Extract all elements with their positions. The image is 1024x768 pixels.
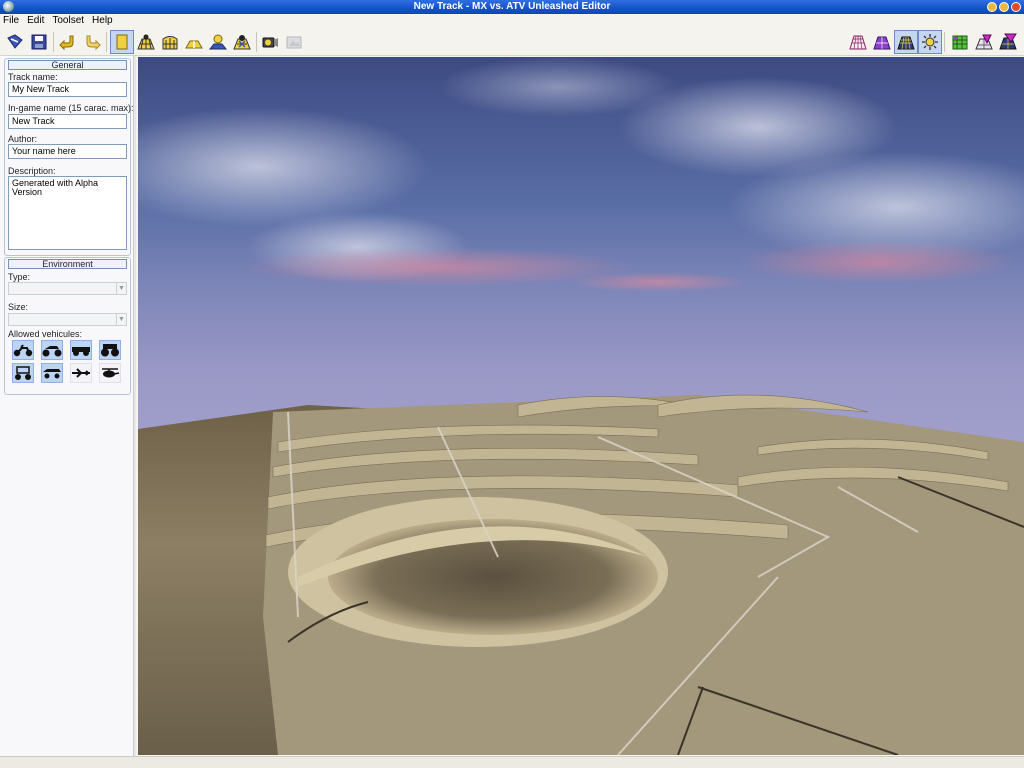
3d-viewport[interactable] [138, 57, 1024, 755]
track-name-label: Track name: [8, 72, 58, 82]
lighting-view-button[interactable] [918, 30, 942, 54]
grid-view-button[interactable] [846, 30, 870, 54]
truck-icon [72, 347, 90, 356]
redo-button[interactable] [80, 30, 104, 54]
atv-icon [42, 346, 62, 357]
environment-header: Environment [8, 259, 127, 269]
render-button[interactable] [282, 30, 306, 54]
general-header: General [8, 60, 127, 70]
golf-cart-icon [43, 369, 61, 379]
object-overlay-icon [975, 34, 993, 50]
vehicle-toggle-monster-truck[interactable] [99, 340, 121, 360]
open-button[interactable] [3, 30, 27, 54]
buggy-icon [15, 366, 31, 380]
select-tool-icon [116, 34, 128, 50]
size-label: Size: [8, 302, 29, 312]
light-tool-icon [209, 34, 227, 50]
wireframe-view-button[interactable] [870, 30, 894, 54]
grid-overlay-icon [952, 35, 968, 50]
select-tool-button[interactable] [110, 30, 134, 54]
title-bar[interactable]: New Track - MX vs. ATV Unleashed Editor [0, 0, 1024, 14]
vehicle-toggle-atv[interactable] [41, 340, 63, 360]
menu-help[interactable]: Help [92, 14, 113, 28]
menu-toolset[interactable]: Toolset [52, 14, 84, 28]
status-bar [0, 756, 1024, 768]
track-name-field[interactable]: My New Track [8, 82, 127, 97]
chevron-down-icon[interactable]: ▼ [116, 283, 126, 294]
textured-view-icon [897, 36, 915, 50]
path-tool-button[interactable] [182, 30, 206, 54]
menu-edit[interactable]: Edit [27, 14, 44, 28]
type-select[interactable]: ▼ [8, 282, 127, 295]
helicopter-icon [102, 368, 120, 378]
undo-icon [59, 35, 74, 51]
ramp-tool-icon [162, 36, 178, 50]
minimize-button[interactable] [987, 2, 997, 12]
lighting-view-icon [922, 34, 938, 50]
description-label: Description: [8, 166, 56, 176]
properties-panel: General Track name: My New Track In-game… [0, 56, 136, 756]
vehicle-toggle-helicopter[interactable] [99, 363, 121, 383]
light-tool-button[interactable] [206, 30, 230, 54]
close-button[interactable] [1011, 2, 1021, 12]
wireframe-view-icon [873, 36, 891, 50]
save-button[interactable] [27, 30, 51, 54]
window-title: New Track - MX vs. ATV Unleashed Editor [413, 1, 611, 12]
description-field[interactable]: Generated with Alpha Version [8, 176, 127, 250]
plane-icon [72, 368, 90, 378]
path-tool-icon [185, 40, 203, 49]
object-tool-icon [233, 35, 251, 50]
camera-button[interactable] [258, 30, 282, 54]
terrain-tool-icon [137, 34, 155, 50]
object-overlay-button[interactable] [972, 30, 996, 54]
textured-view-button[interactable] [894, 30, 918, 54]
terrain-tool-button[interactable] [134, 30, 158, 54]
ingame-name-label: In-game name (15 carac. max): [8, 103, 134, 113]
maximize-button[interactable] [999, 2, 1009, 12]
object-tool-button[interactable] [230, 30, 254, 54]
vehicle-toggle-buggy[interactable] [12, 363, 34, 383]
ramp-tool-button[interactable] [158, 30, 182, 54]
author-field[interactable]: Your name here [8, 144, 127, 159]
vehicle-toggle-golf-cart[interactable] [41, 363, 63, 383]
track-terrain-render [138, 57, 1024, 755]
redo-icon [86, 35, 101, 51]
ingame-name-field[interactable]: New Track [8, 114, 127, 129]
vehicle-toggle-dirtbike[interactable] [12, 340, 34, 360]
camera-icon [262, 37, 278, 48]
author-label: Author: [8, 134, 38, 144]
render-icon [286, 36, 302, 49]
vehicle-toggle-plane[interactable] [70, 363, 92, 383]
save-icon [31, 34, 47, 50]
vehicle-overlay-button[interactable] [996, 30, 1020, 54]
grid-overlay-button[interactable] [948, 30, 972, 54]
monster-truck-icon [101, 344, 119, 357]
dirtbike-icon [13, 344, 33, 357]
open-icon [7, 34, 23, 49]
undo-button[interactable] [56, 30, 80, 54]
menu-file[interactable]: File [3, 14, 19, 28]
toolbar [0, 28, 1024, 56]
allowed-vehicles-label: Allowed vehicules: [8, 329, 83, 339]
size-select[interactable]: ▼ [8, 313, 127, 326]
vehicle-toggle-truck[interactable] [70, 340, 92, 360]
menu-bar: File Edit Toolset Help [0, 14, 1024, 28]
panel-splitter[interactable] [133, 56, 136, 756]
type-label: Type: [8, 272, 31, 282]
vehicle-overlay-icon [999, 33, 1017, 50]
grid-view-icon [849, 35, 867, 50]
chevron-down-icon[interactable]: ▼ [116, 314, 126, 325]
